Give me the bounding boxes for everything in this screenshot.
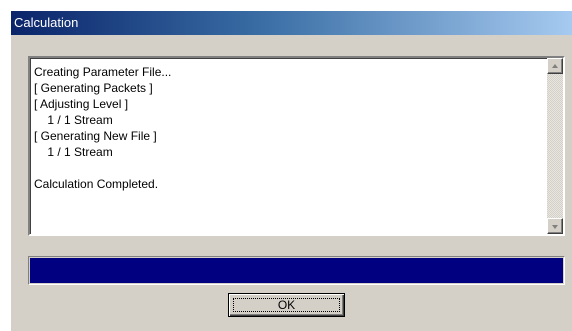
log-text-area[interactable]: Creating Parameter File... [ Generating …	[28, 56, 565, 236]
scroll-down-button[interactable]	[547, 218, 563, 234]
log-line: 1 / 1 Stream	[34, 113, 113, 127]
ok-button[interactable]: OK	[228, 293, 345, 317]
progress-bar	[28, 256, 565, 285]
window-title: Calculation	[14, 15, 79, 30]
scroll-up-arrow-icon	[552, 64, 558, 68]
scroll-up-button[interactable]	[547, 58, 563, 74]
calculation-dialog: Calculation Creating Parameter File... […	[10, 10, 572, 331]
log-line: [ Generating Packets ]	[34, 81, 153, 95]
log-line: [ Adjusting Level ]	[34, 97, 129, 111]
log-line: [ Generating New File ]	[34, 129, 157, 143]
ok-button-label: OK	[277, 298, 296, 312]
title-bar[interactable]: Calculation	[11, 11, 572, 35]
progress-bar-fill	[30, 258, 563, 283]
log-line: Creating Parameter File...	[34, 65, 172, 79]
scroll-down-arrow-icon	[552, 225, 558, 229]
log-line: Calculation Completed.	[34, 177, 159, 191]
vertical-scrollbar[interactable]	[547, 58, 563, 234]
log-line: 1 / 1 Stream	[34, 145, 113, 159]
log-lines: Creating Parameter File... [ Generating …	[34, 64, 543, 192]
